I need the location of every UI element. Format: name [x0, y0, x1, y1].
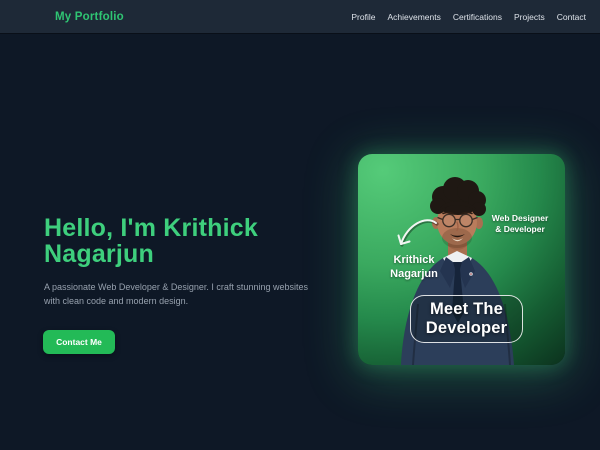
top-navigation-bar: My Portfolio Profile Achievements Certif… [0, 0, 600, 33]
nav-link-projects[interactable]: Projects [514, 12, 545, 22]
contact-me-button[interactable]: Contact Me [43, 330, 115, 354]
card-role-line2: & Developer [495, 224, 545, 234]
hero-description: A passionate Web Developer & Designer. I… [44, 282, 308, 306]
site-logo[interactable]: My Portfolio [55, 11, 124, 23]
card-name-line2: Nagarjun [390, 268, 438, 280]
card-role-text: Web Designer & Developer [489, 213, 551, 235]
curved-arrow-icon [397, 219, 439, 247]
nav-link-profile[interactable]: Profile [351, 12, 375, 22]
meet-the-developer-badge: Meet The Developer [410, 295, 523, 343]
hero-section: Hello, I'm Krithick Nagarjun A passionat… [0, 33, 600, 450]
badge-line2: Developer [425, 319, 508, 337]
hero-heading: Hello, I'm Krithick Nagarjun [44, 214, 258, 268]
nav-link-contact[interactable]: Contact [557, 12, 586, 22]
card-name-line1: Krithick [393, 254, 435, 266]
badge-line1: Meet The [429, 300, 504, 318]
card-name-text: Krithick Nagarjun [369, 253, 459, 281]
nav-link-achievements[interactable]: Achievements [387, 12, 440, 22]
developer-photo-card: Web Designer & Developer Krithick Nagarj… [358, 154, 565, 365]
nav-link-certifications[interactable]: Certifications [453, 12, 502, 22]
card-role-line1: Web Designer [491, 213, 549, 223]
main-nav: Profile Achievements Certifications Proj… [351, 12, 586, 22]
